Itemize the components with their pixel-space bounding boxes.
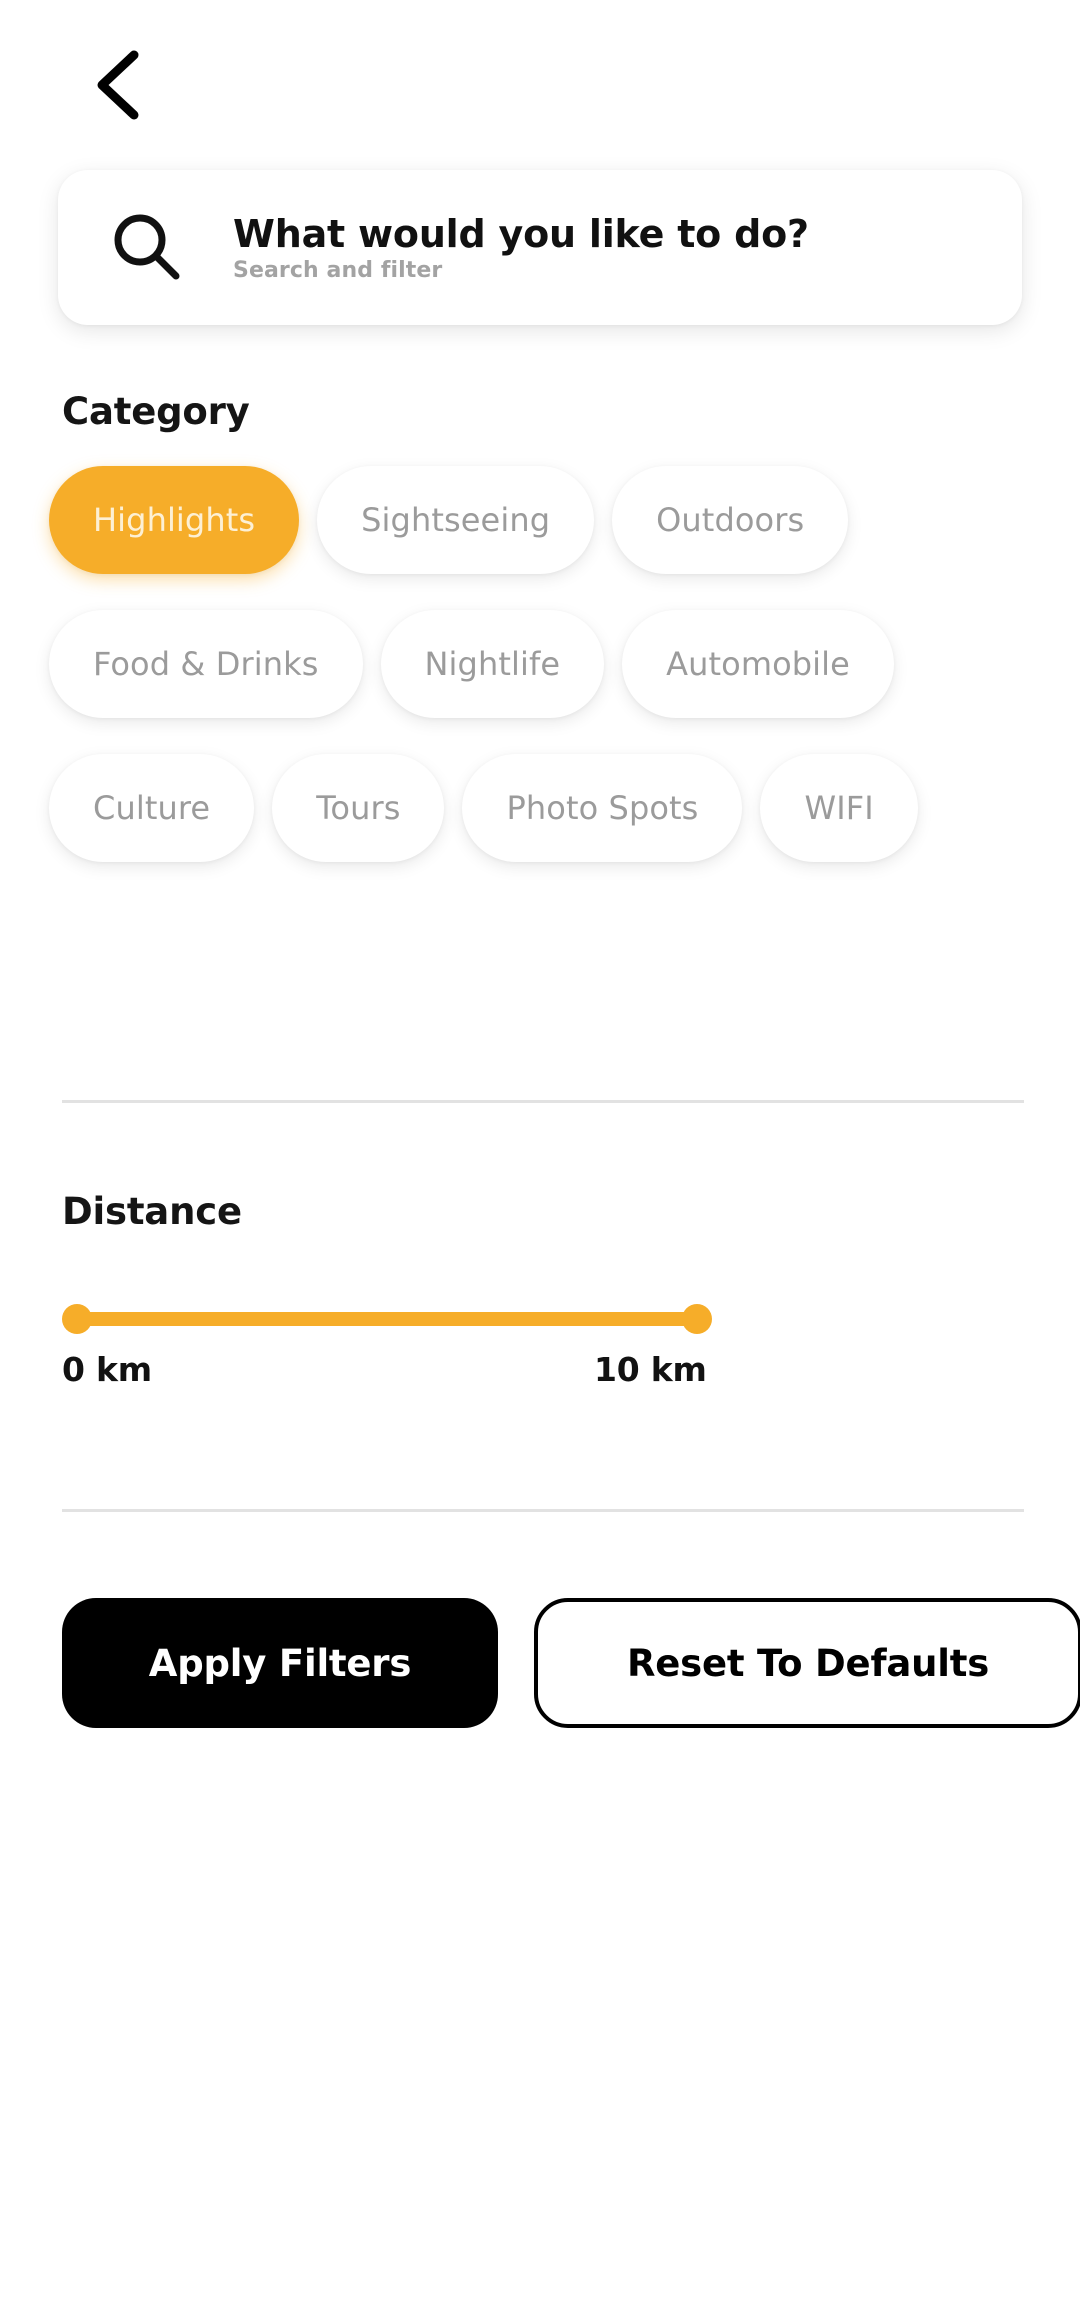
category-chip[interactable]: Highlights <box>49 466 300 574</box>
apply-filters-button[interactable]: Apply Filters <box>62 1598 498 1728</box>
divider-distance-actions <box>62 1509 1024 1512</box>
slider-thumb-min[interactable] <box>62 1304 92 1334</box>
slider-label-group: 0 km 10 km <box>62 1350 1024 1400</box>
search-labels: What would you like to do? Search and fi… <box>233 212 809 283</box>
divider-category-distance <box>62 1100 1024 1103</box>
category-chip-group: Highlights Sightseeing Outdoors Food & Drin… <box>40 466 1040 898</box>
category-chip[interactable]: Photo Spots <box>462 754 743 862</box>
category-chip[interactable]: Food & Drinks <box>49 610 363 718</box>
filter-screen: What would you like to do? Search and fi… <box>0 0 1080 2317</box>
reset-to-defaults-button[interactable]: Reset To Defaults <box>534 1598 1080 1728</box>
category-chip[interactable]: Tours <box>272 754 445 862</box>
category-chip[interactable]: WIFI <box>760 754 918 862</box>
slider-track[interactable] <box>66 1312 706 1326</box>
search-icon <box>58 210 233 286</box>
slider-min-label: 0 km <box>62 1350 152 1389</box>
category-chip[interactable]: Nightlife <box>380 610 605 718</box>
distance-range-slider[interactable] <box>62 1290 1024 1350</box>
search-title: What would you like to do? <box>233 211 809 256</box>
slider-max-label: 10 km <box>594 1350 707 1389</box>
distance-section-title: Distance <box>62 1190 242 1233</box>
category-chip[interactable]: Culture <box>49 754 255 862</box>
chevron-left-icon <box>92 49 144 121</box>
action-button-group: Apply Filters Reset To Defaults <box>62 1598 1080 1728</box>
search-subtitle: Search and filter <box>233 257 443 283</box>
category-chip[interactable]: Automobile <box>622 610 894 718</box>
search-bar[interactable]: What would you like to do? Search and fi… <box>58 170 1022 325</box>
slider-thumb-max[interactable] <box>682 1304 712 1334</box>
back-button[interactable] <box>78 45 158 125</box>
category-chip[interactable]: Sightseeing <box>317 466 595 574</box>
category-chip[interactable]: Outdoors <box>612 466 849 574</box>
category-section-title: Category <box>62 390 250 433</box>
